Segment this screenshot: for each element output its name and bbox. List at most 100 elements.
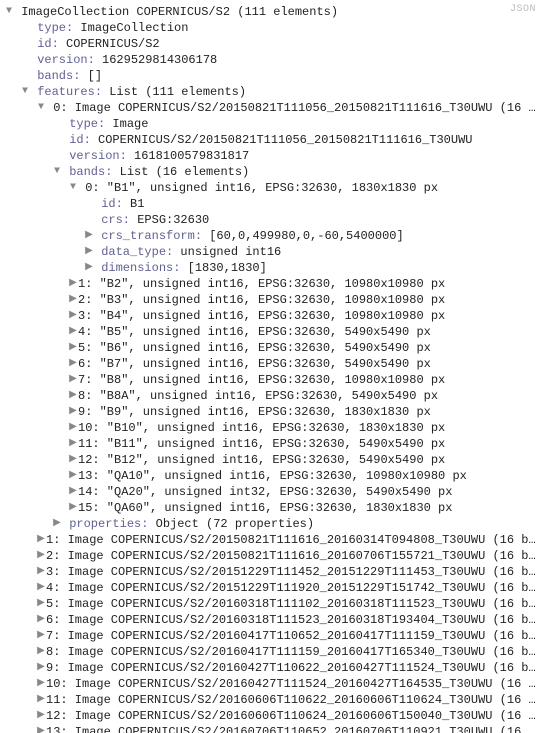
- band-title: 9: "B9", unsigned int16, EPSG:32630, 183…: [78, 405, 431, 419]
- band-10[interactable]: 10: "B10", unsigned int16, EPSG:32630, 1…: [4, 420, 542, 436]
- feature-11[interactable]: 11: Image COPERNICUS/S2/20160606T110622_…: [4, 692, 542, 708]
- band-title: 13: "QA10", unsigned int16, EPSG:32630, …: [78, 469, 467, 483]
- chevron-right-icon[interactable]: [36, 644, 46, 660]
- band-14[interactable]: 14: "QA20", unsigned int32, EPSG:32630, …: [4, 484, 542, 500]
- feature-0-version: version: 1618100579831817: [4, 148, 542, 164]
- band-0-crs-transform[interactable]: crs_transform: [60,0,499980,0,-60,540000…: [4, 228, 542, 244]
- chevron-right-icon[interactable]: [68, 340, 78, 356]
- band-8[interactable]: 8: "B8A", unsigned int16, EPSG:32630, 54…: [4, 388, 542, 404]
- feature-2[interactable]: 2: Image COPERNICUS/S2/20150821T111616_2…: [4, 548, 542, 564]
- root-features[interactable]: features: List (111 elements): [4, 84, 542, 100]
- chevron-right-icon[interactable]: [68, 420, 78, 436]
- chevron-down-icon[interactable]: [4, 4, 14, 20]
- chevron-right-icon[interactable]: [36, 548, 46, 564]
- band-2[interactable]: 2: "B3", unsigned int16, EPSG:32630, 109…: [4, 292, 542, 308]
- chevron-right-icon[interactable]: [68, 324, 78, 340]
- feature-title: 13: Image COPERNICUS/S2/20160706T110652_…: [46, 725, 536, 733]
- chevron-right-icon[interactable]: [36, 708, 46, 724]
- band-title: 5: "B6", unsigned int16, EPSG:32630, 549…: [78, 341, 431, 355]
- band-9[interactable]: 9: "B9", unsigned int16, EPSG:32630, 183…: [4, 404, 542, 420]
- chevron-right-icon[interactable]: [68, 468, 78, 484]
- chevron-right-icon[interactable]: [68, 404, 78, 420]
- feature-9[interactable]: 9: Image COPERNICUS/S2/20160427T110622_2…: [4, 660, 542, 676]
- band-title: 4: "B5", unsigned int16, EPSG:32630, 549…: [78, 325, 431, 339]
- band-5[interactable]: 5: "B6", unsigned int16, EPSG:32630, 549…: [4, 340, 542, 356]
- chevron-right-icon[interactable]: [84, 260, 94, 276]
- band-title: 14: "QA20", unsigned int32, EPSG:32630, …: [78, 485, 452, 499]
- root-title: ImageCollection COPERNICUS/S2 (111 eleme…: [21, 5, 338, 19]
- band-0-title: 0: "B1", unsigned int16, EPSG:32630, 183…: [85, 181, 438, 195]
- feature-3[interactable]: 3: Image COPERNICUS/S2/20151229T111452_2…: [4, 564, 542, 580]
- chevron-right-icon[interactable]: [68, 276, 78, 292]
- band-7[interactable]: 7: "B8", unsigned int16, EPSG:32630, 109…: [4, 372, 542, 388]
- feature-13[interactable]: 13: Image COPERNICUS/S2/20160706T110652_…: [4, 724, 542, 733]
- feature-0-properties[interactable]: properties: Object (72 properties): [4, 516, 542, 532]
- chevron-right-icon[interactable]: [68, 436, 78, 452]
- band-0-crs: crs: EPSG:32630: [4, 212, 542, 228]
- feature-4[interactable]: 4: Image COPERNICUS/S2/20151229T111920_2…: [4, 580, 542, 596]
- root-id: id: COPERNICUS/S2: [4, 36, 542, 52]
- chevron-right-icon[interactable]: [36, 692, 46, 708]
- root-node[interactable]: ImageCollection COPERNICUS/S2 (111 eleme…: [4, 4, 542, 20]
- band-title: 1: "B2", unsigned int16, EPSG:32630, 109…: [78, 277, 445, 291]
- feature-title: 12: Image COPERNICUS/S2/20160606T110624_…: [46, 709, 536, 723]
- band-13[interactable]: 13: "QA10", unsigned int16, EPSG:32630, …: [4, 468, 542, 484]
- chevron-right-icon[interactable]: [36, 564, 46, 580]
- object-tree: ImageCollection COPERNICUS/S2 (111 eleme…: [0, 0, 542, 733]
- chevron-right-icon[interactable]: [36, 724, 46, 733]
- chevron-right-icon[interactable]: [84, 228, 94, 244]
- json-button[interactable]: JSON: [510, 4, 536, 15]
- band-11[interactable]: 11: "B11", unsigned int16, EPSG:32630, 5…: [4, 436, 542, 452]
- chevron-right-icon[interactable]: [68, 292, 78, 308]
- chevron-right-icon[interactable]: [36, 580, 46, 596]
- feature-6[interactable]: 6: Image COPERNICUS/S2/20160318T111523_2…: [4, 612, 542, 628]
- band-0[interactable]: 0: "B1", unsigned int16, EPSG:32630, 183…: [4, 180, 542, 196]
- band-title: 7: "B8", unsigned int16, EPSG:32630, 109…: [78, 373, 445, 387]
- chevron-down-icon[interactable]: [68, 180, 78, 196]
- chevron-right-icon[interactable]: [68, 484, 78, 500]
- chevron-right-icon[interactable]: [36, 596, 46, 612]
- feature-title: 8: Image COPERNICUS/S2/20160417T111159_2…: [46, 645, 536, 659]
- band-12[interactable]: 12: "B12", unsigned int16, EPSG:32630, 5…: [4, 452, 542, 468]
- feature-0-title: 0: Image COPERNICUS/S2/20150821T111056_2…: [53, 101, 542, 115]
- band-3[interactable]: 3: "B4", unsigned int16, EPSG:32630, 109…: [4, 308, 542, 324]
- chevron-right-icon[interactable]: [36, 532, 46, 548]
- chevron-right-icon[interactable]: [36, 676, 46, 692]
- band-title: 15: "QA60", unsigned int16, EPSG:32630, …: [78, 501, 452, 515]
- chevron-down-icon[interactable]: [20, 84, 30, 100]
- chevron-right-icon[interactable]: [68, 372, 78, 388]
- band-0-data-type[interactable]: data_type: unsigned int16: [4, 244, 542, 260]
- chevron-right-icon[interactable]: [36, 660, 46, 676]
- chevron-right-icon[interactable]: [68, 308, 78, 324]
- feature-title: 9: Image COPERNICUS/S2/20160427T110622_2…: [46, 661, 536, 675]
- chevron-right-icon[interactable]: [52, 516, 62, 532]
- feature-title: 6: Image COPERNICUS/S2/20160318T111523_2…: [46, 613, 536, 627]
- chevron-down-icon[interactable]: [36, 100, 46, 116]
- feature-1[interactable]: 1: Image COPERNICUS/S2/20150821T111616_2…: [4, 532, 542, 548]
- band-1[interactable]: 1: "B2", unsigned int16, EPSG:32630, 109…: [4, 276, 542, 292]
- chevron-right-icon[interactable]: [68, 500, 78, 516]
- feature-8[interactable]: 8: Image COPERNICUS/S2/20160417T111159_2…: [4, 644, 542, 660]
- chevron-right-icon[interactable]: [36, 612, 46, 628]
- band-title: 12: "B12", unsigned int16, EPSG:32630, 5…: [78, 453, 445, 467]
- feature-5[interactable]: 5: Image COPERNICUS/S2/20160318T111102_2…: [4, 596, 542, 612]
- chevron-right-icon[interactable]: [68, 388, 78, 404]
- chevron-down-icon[interactable]: [52, 164, 62, 180]
- feature-12[interactable]: 12: Image COPERNICUS/S2/20160606T110624_…: [4, 708, 542, 724]
- band-4[interactable]: 4: "B5", unsigned int16, EPSG:32630, 549…: [4, 324, 542, 340]
- chevron-right-icon[interactable]: [68, 452, 78, 468]
- feature-title: 10: Image COPERNICUS/S2/20160427T111524_…: [46, 677, 536, 691]
- chevron-right-icon[interactable]: [68, 356, 78, 372]
- feature-0-bands[interactable]: bands: List (16 elements): [4, 164, 542, 180]
- feature-title: 2: Image COPERNICUS/S2/20150821T111616_2…: [46, 549, 536, 563]
- band-15[interactable]: 15: "QA60", unsigned int16, EPSG:32630, …: [4, 500, 542, 516]
- chevron-right-icon[interactable]: [84, 244, 94, 260]
- band-0-dimensions[interactable]: dimensions: [1830,1830]: [4, 260, 542, 276]
- band-title: 8: "B8A", unsigned int16, EPSG:32630, 54…: [78, 389, 438, 403]
- feature-title: 5: Image COPERNICUS/S2/20160318T111102_2…: [46, 597, 536, 611]
- feature-7[interactable]: 7: Image COPERNICUS/S2/20160417T110652_2…: [4, 628, 542, 644]
- feature-0[interactable]: 0: Image COPERNICUS/S2/20150821T111056_2…: [4, 100, 542, 116]
- band-6[interactable]: 6: "B7", unsigned int16, EPSG:32630, 549…: [4, 356, 542, 372]
- chevron-right-icon[interactable]: [36, 628, 46, 644]
- feature-10[interactable]: 10: Image COPERNICUS/S2/20160427T111524_…: [4, 676, 542, 692]
